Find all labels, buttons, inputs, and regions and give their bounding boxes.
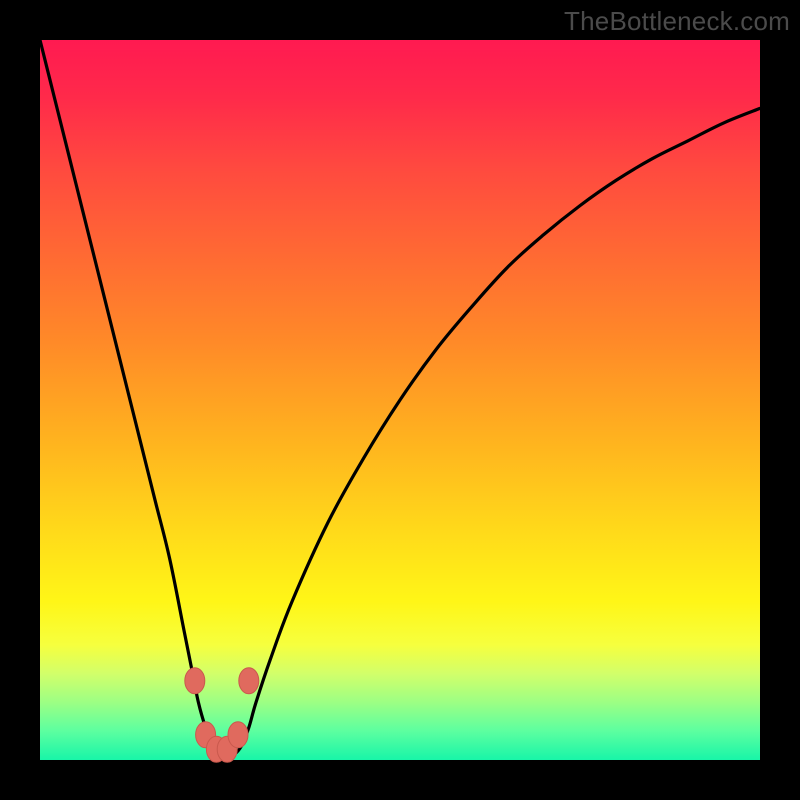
curve-marker: [228, 722, 248, 748]
bottleneck-curve: [40, 40, 760, 756]
plot-area: [40, 40, 760, 760]
curve-svg: [40, 40, 760, 760]
curve-markers: [185, 668, 259, 762]
chart-frame: TheBottleneck.com: [0, 0, 800, 800]
curve-marker: [239, 668, 259, 694]
watermark-text: TheBottleneck.com: [564, 6, 790, 37]
curve-marker: [185, 668, 205, 694]
